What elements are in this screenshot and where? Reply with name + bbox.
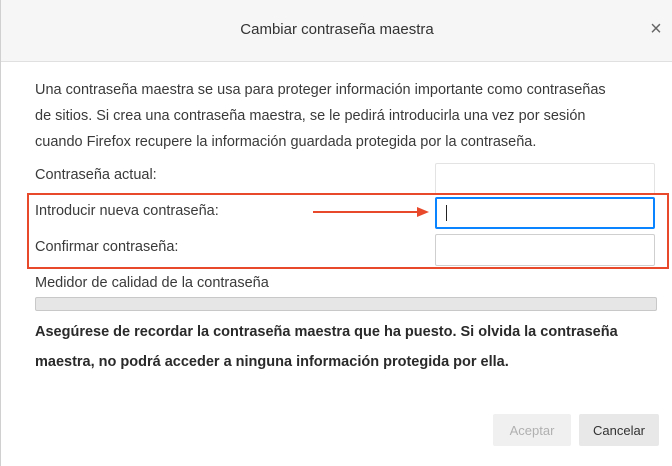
new-password-field[interactable] [435,197,655,229]
warning-line: Asegúrese de recordar la contraseña maes… [35,324,618,340]
confirm-password-label: Confirmar contraseña: [35,239,179,255]
dialog-title: Cambiar contraseña maestra [240,21,434,38]
new-password-label: Introducir nueva contraseña: [35,203,219,219]
description-text: Una contraseña maestra se usa para prote… [35,77,661,155]
text-caret [446,205,447,221]
annotation-arrow-icon [313,207,429,217]
description-line: cuando Firefox recupere la información g… [35,134,537,150]
password-quality-label: Medidor de calidad de la contraseña [35,275,269,291]
description-line: de sitios. Si crea una contraseña maestr… [35,108,586,124]
warning-line: maestra, no podrá acceder a ninguna info… [35,354,509,370]
confirm-password-field[interactable] [435,234,655,266]
change-master-password-dialog: Cambiar contraseña maestra × Una contras… [0,0,672,466]
accept-button[interactable]: Aceptar [493,414,571,446]
warning-text: Asegúrese de recordar la contraseña maes… [35,317,665,377]
password-quality-meter [35,297,657,311]
description-line: Una contraseña maestra se usa para prote… [35,82,606,98]
dialog-titlebar: Cambiar contraseña maestra × [1,0,672,62]
current-password-field[interactable] [435,163,655,195]
cancel-button[interactable]: Cancelar [579,414,659,446]
current-password-label: Contraseña actual: [35,167,157,183]
close-icon[interactable]: × [647,17,665,41]
